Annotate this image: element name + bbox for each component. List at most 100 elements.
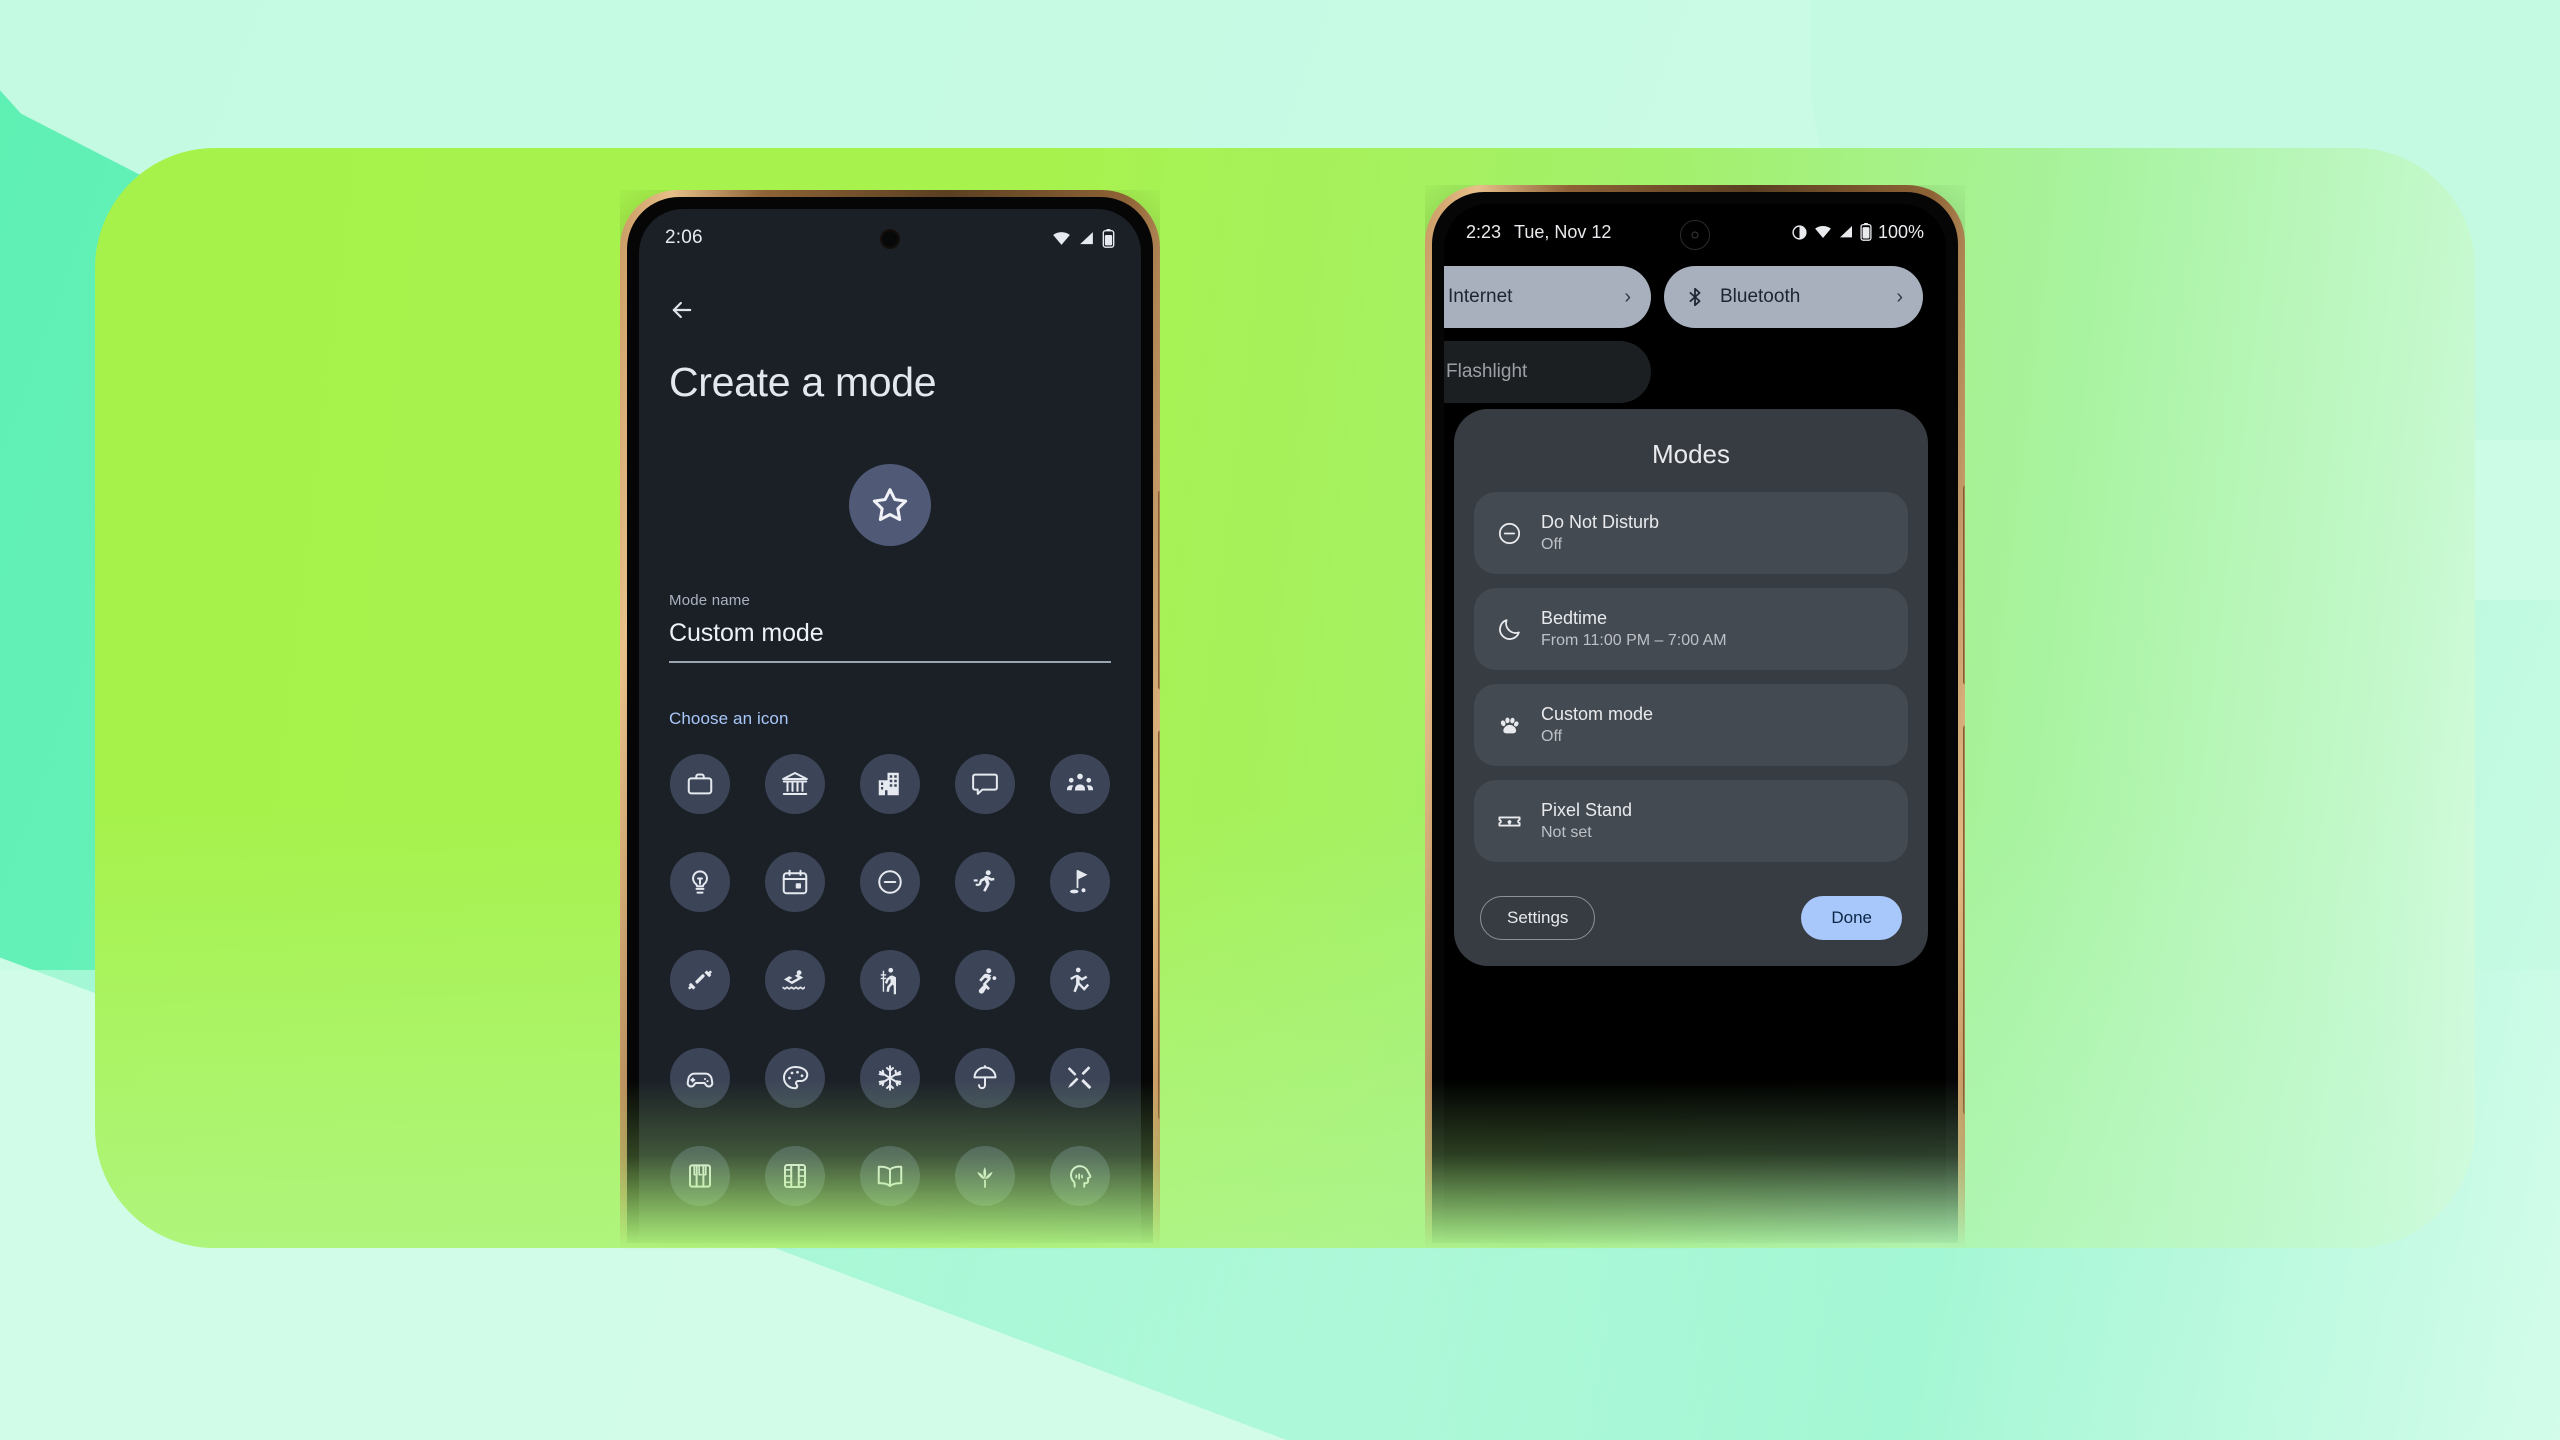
martial-arts-icon [1065, 965, 1095, 995]
icon-option-plant-icon[interactable] [954, 1146, 1015, 1206]
back-arrow-icon[interactable] [661, 289, 703, 331]
mode-row-name: Bedtime [1541, 608, 1608, 628]
moon-icon [1496, 616, 1523, 643]
quick-tile-label: Bluetooth [1720, 286, 1801, 307]
quick-tile-internet[interactable]: Internet › [1444, 266, 1651, 328]
mode-row-texts: Pixel Stand Not set [1541, 800, 1632, 842]
settings-button[interactable]: Settings [1480, 896, 1596, 940]
battery-percent: 100% [1877, 221, 1924, 242]
wifi-icon [1052, 229, 1071, 248]
icon-option-chat-bubble-icon[interactable] [954, 754, 1015, 814]
icon-option-martial-arts-icon[interactable] [1049, 950, 1110, 1010]
mode-name-label: Mode name [669, 592, 751, 609]
dark-theme-icon [1791, 224, 1808, 241]
running-icon [970, 867, 1000, 897]
status-icons [1052, 228, 1115, 248]
icon-option-book-icon[interactable] [859, 1146, 920, 1206]
status-left-group: 2:23 Tue, Nov 12 [1466, 222, 1611, 243]
quick-tile-flashlight[interactable]: Flashlight [1444, 341, 1651, 403]
left-phone-bezel: 2:06 Create a mode Mode name Custom mode… [627, 197, 1153, 1243]
mode-row-status: Not set [1541, 824, 1592, 841]
right-phone-mockup: 2:23 Tue, Nov 12 100% Internet › Bluetoo… [1425, 185, 1969, 1250]
ticket-icon [1496, 808, 1523, 835]
mode-name-underline [669, 661, 1111, 663]
done-button[interactable]: Done [1801, 896, 1902, 940]
hiking-icon [875, 965, 905, 995]
choose-icon-label: Choose an icon [669, 709, 789, 728]
icon-option-piano-icon[interactable] [670, 1146, 731, 1206]
chat-bubble-icon [970, 769, 1000, 799]
icon-option-running-icon[interactable] [954, 852, 1015, 912]
back-row [661, 289, 703, 331]
icon-option-gamepad-icon[interactable] [670, 1048, 731, 1108]
icon-option-sports-icon[interactable] [954, 950, 1015, 1010]
palette-icon [780, 1063, 810, 1093]
mode-row-pixel-stand[interactable]: Pixel Stand Not set [1474, 780, 1908, 862]
snowflake-icon [875, 1063, 905, 1093]
icon-option-snowflake-icon[interactable] [859, 1048, 920, 1108]
left-phone-frame: 2:06 Create a mode Mode name Custom mode… [620, 190, 1164, 1250]
left-status-bar: 2:06 [639, 209, 1141, 267]
signal-icon-right [1838, 224, 1854, 240]
gamepad-icon [685, 1063, 715, 1093]
paw-icon [1496, 712, 1523, 739]
mode-row-status: Off [1541, 728, 1563, 745]
quick-tile-bluetooth[interactable]: Bluetooth › [1664, 266, 1923, 328]
icon-option-briefcase-icon[interactable] [670, 754, 731, 814]
apartment-icon [875, 769, 905, 799]
mode-avatar[interactable] [849, 464, 931, 546]
groups-icon [1065, 769, 1095, 799]
icon-picker-grid [653, 754, 1127, 1206]
icon-option-bank-icon[interactable] [765, 754, 826, 814]
status-right-group: 100% [1791, 222, 1924, 243]
left-phone-screen: 2:06 Create a mode Mode name Custom mode… [639, 209, 1141, 1243]
icon-option-lightbulb-icon[interactable] [670, 852, 731, 912]
power-button[interactable] [1158, 490, 1164, 690]
chevron-right-icon[interactable]: › [1624, 286, 1631, 309]
mode-name-input[interactable]: Custom mode [669, 619, 1111, 648]
bluetooth-icon [1684, 286, 1706, 308]
right-status-bar: 2:23 Tue, Nov 12 100% [1444, 204, 1946, 260]
icon-option-dumbbell-icon[interactable] [670, 950, 731, 1010]
dumbbell-icon [685, 965, 715, 995]
swimming-icon [780, 965, 810, 995]
icon-option-palette-icon[interactable] [765, 1048, 826, 1108]
mode-row-texts: Bedtime From 11:00 PM – 7:00 AM [1541, 608, 1727, 650]
status-time: 2:06 [665, 227, 703, 248]
mode-row-status: Off [1541, 536, 1563, 553]
icon-option-swimming-icon[interactable] [765, 950, 826, 1010]
icon-option-apartment-icon[interactable] [859, 754, 920, 814]
volume-button-right[interactable] [1963, 725, 1969, 1115]
chevron-right-icon[interactable]: › [1896, 286, 1903, 309]
volume-button[interactable] [1158, 730, 1164, 1120]
golf-icon [1065, 867, 1095, 897]
icon-option-hiking-icon[interactable] [859, 950, 920, 1010]
modes-list: Do Not Disturb Off Bedtime From 11:00 PM – … [1474, 492, 1908, 862]
calendar-icon [780, 867, 810, 897]
umbrella-icon [970, 1063, 1000, 1093]
quick-tile-label: Internet [1448, 286, 1513, 307]
book-icon [875, 1161, 905, 1191]
mode-row-status: From 11:00 PM – 7:00 AM [1541, 632, 1727, 649]
mode-row-name: Pixel Stand [1541, 800, 1633, 820]
phone-mockups: 2:06 Create a mode Mode name Custom mode… [0, 0, 2560, 1440]
modes-panel: Modes Do Not Disturb Off Bedtime From 11:00… [1454, 409, 1928, 966]
status-time-right: 2:23 [1466, 221, 1502, 242]
mode-name-field[interactable]: Mode name Custom mode [669, 592, 1111, 663]
icon-option-calendar-icon[interactable] [765, 852, 826, 912]
icon-option-tools-icon[interactable] [1049, 1048, 1110, 1108]
mode-row-do-not-disturb[interactable]: Do Not Disturb Off [1474, 492, 1908, 574]
icon-option-groups-icon[interactable] [1049, 754, 1110, 814]
icon-option-head-sound-icon[interactable] [1049, 1146, 1110, 1206]
power-button-right[interactable] [1963, 485, 1969, 685]
icon-option-film-icon[interactable] [765, 1146, 826, 1206]
mode-row-bedtime[interactable]: Bedtime From 11:00 PM – 7:00 AM [1474, 588, 1908, 670]
mode-row-texts: Custom mode Off [1541, 704, 1653, 746]
mode-row-custom-mode[interactable]: Custom mode Off [1474, 684, 1908, 766]
icon-option-golf-icon[interactable] [1049, 852, 1110, 912]
icon-option-umbrella-icon[interactable] [954, 1048, 1015, 1108]
right-phone-bezel: 2:23 Tue, Nov 12 100% Internet › Bluetoo… [1432, 192, 1958, 1243]
do-not-disturb-icon [875, 867, 905, 897]
icon-option-do-not-disturb-icon[interactable] [859, 852, 920, 912]
left-phone-mockup: 2:06 Create a mode Mode name Custom mode… [620, 190, 1164, 1250]
